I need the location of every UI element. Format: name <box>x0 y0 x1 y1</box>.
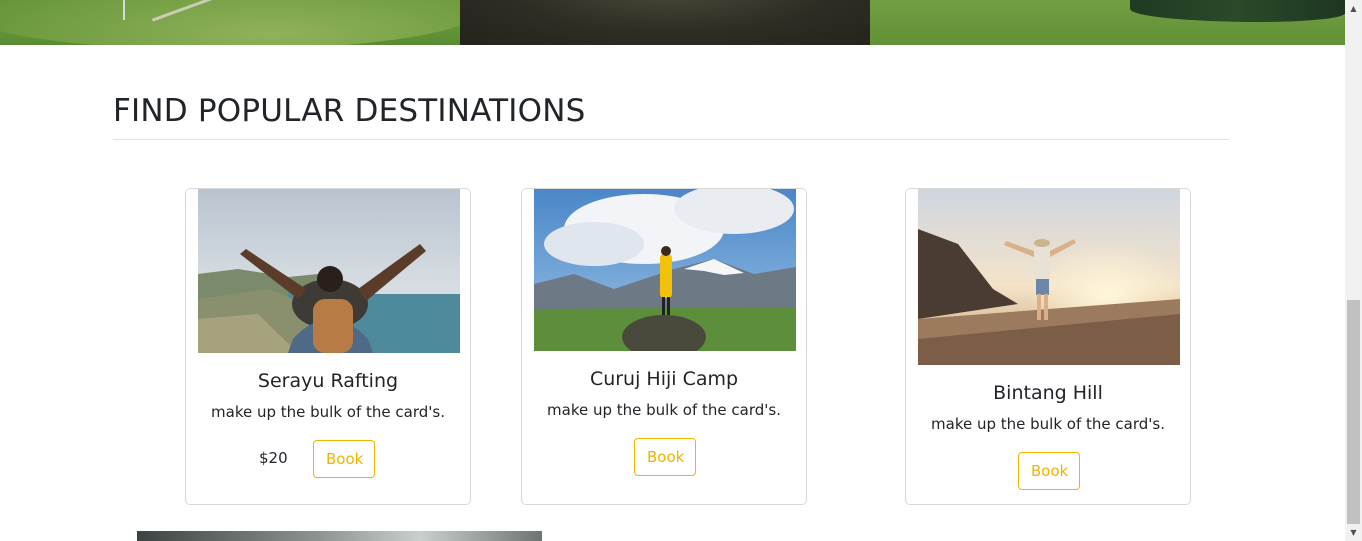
section-divider <box>113 139 1229 140</box>
destination-card-serayu-rafting: Serayu Rafting make up the bulk of the c… <box>185 188 471 505</box>
book-button[interactable]: Book <box>1018 452 1080 490</box>
section-title: FIND POPULAR DESTINATIONS <box>113 93 586 129</box>
vertical-scrollbar[interactable]: ▲ ▼ <box>1345 0 1362 541</box>
card-text: make up the bulk of the card's. <box>547 401 781 419</box>
card-image-camp <box>534 189 796 351</box>
card-title: Bintang Hill <box>993 382 1103 404</box>
book-button[interactable]: Book <box>634 438 696 476</box>
scrollbar-thumb[interactable] <box>1347 300 1360 524</box>
next-section-image <box>137 531 542 541</box>
book-button[interactable]: Book <box>313 440 375 478</box>
scroll-down-arrow-icon[interactable]: ▼ <box>1345 524 1362 541</box>
card-title: Serayu Rafting <box>257 370 399 392</box>
destination-card-curuj-hiji-camp: Curuj Hiji Camp make up the bulk of the … <box>521 188 807 505</box>
card-text: make up the bulk of the card's. <box>931 415 1165 433</box>
hero-banner-image <box>0 0 1345 45</box>
destination-card-bintang-hill: Bintang Hill make up the bulk of the car… <box>905 188 1191 505</box>
card-image-hill <box>918 189 1180 365</box>
card-title: Curuj Hiji Camp <box>589 368 739 390</box>
scroll-up-arrow-icon[interactable]: ▲ <box>1345 0 1362 17</box>
card-image-rafting <box>198 189 460 353</box>
card-text: make up the bulk of the card's. <box>211 403 445 421</box>
card-price: $20 <box>259 449 288 467</box>
